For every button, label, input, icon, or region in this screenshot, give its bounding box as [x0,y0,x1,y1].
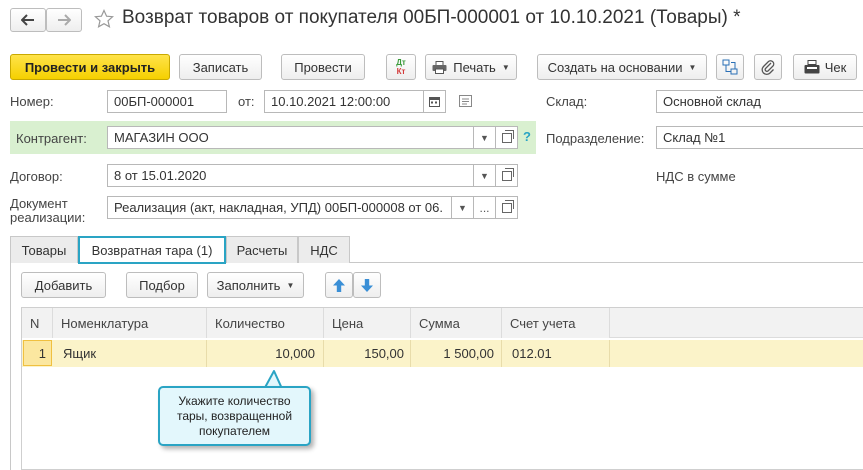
print-label: Печать [453,59,496,75]
vat-mode-text[interactable]: НДС в сумме [656,169,736,184]
account-cell[interactable]: 012.01 [502,340,610,367]
receipt-button[interactable]: Чек [793,54,857,80]
ellipsis-icon: ... [479,200,490,215]
date-field[interactable]: 10.10.2021 12:00:00 [264,90,424,113]
dtkt-button[interactable]: Дт Кт [386,54,416,80]
move-down-button[interactable] [353,272,381,298]
comment-icon[interactable] [459,95,472,107]
calendar-button[interactable] [424,90,446,113]
sale-document-dropdown-button[interactable]: ▼ [452,196,474,219]
contract-label: Договор: [10,169,63,184]
counterparty-label: Контрагент: [16,131,87,146]
column-header-quantity[interactable]: Количество [207,308,324,338]
counterparty-field[interactable]: МАГАЗИН ООО [107,126,474,149]
add-button[interactable]: Добавить [21,272,106,298]
back-button[interactable] [10,8,46,32]
warehouse-label: Склад: [546,94,588,109]
subdivision-field[interactable]: Склад №1 [656,126,863,149]
column-header-item[interactable]: Номенклатура [53,308,207,338]
counterparty-open-button[interactable] [496,126,518,149]
contract-open-button[interactable] [496,164,518,187]
quantity-cell[interactable]: 10,000 [207,340,324,367]
date-label: от: [238,94,255,109]
open-form-icon [501,167,514,181]
select-button[interactable]: Подбор [126,272,198,298]
callout-text-line1: Укажите количество [178,393,291,408]
page-title: Возврат товаров от покупателя 00БП-00000… [122,7,741,28]
subdivision-label: Подразделение: [546,131,645,146]
printer-icon [432,60,447,74]
row-number-cell[interactable]: 1 [23,340,52,366]
chevron-down-icon: ▼ [501,62,510,72]
fill-button[interactable]: Заполнить ▼ [207,272,304,298]
contract-dropdown-button[interactable]: ▼ [474,164,496,187]
print-button[interactable]: Печать ▼ [425,54,517,80]
tab-settlements[interactable]: Расчеты [226,236,298,263]
arrow-down-icon [361,278,373,292]
save-button[interactable]: Записать [179,54,262,80]
sale-document-field[interactable]: Реализация (акт, накладная, УПД) 00БП-00… [107,196,452,219]
chevron-down-icon: ▼ [480,132,489,143]
chevron-down-icon: ▼ [480,170,489,181]
fill-label: Заполнить [216,277,281,293]
callout-text-line3: покупателем [198,423,271,438]
cash-register-icon [804,60,820,74]
callout-text-line2: тары, возвращенной [176,408,293,423]
create-based-on-button[interactable]: Создать на основании ▼ [537,54,707,80]
arrow-up-icon [333,278,345,292]
dtkt-icon: Дт Кт [396,58,406,76]
receipt-label: Чек [824,59,847,75]
column-header-sum[interactable]: Сумма [411,308,502,338]
sale-document-select-button[interactable]: ... [474,196,496,219]
price-cell[interactable]: 150,00 [324,340,411,367]
chevron-down-icon: ▼ [688,62,697,72]
paperclip-icon [761,60,775,75]
chevron-down-icon: ▼ [458,202,467,213]
warehouse-field[interactable]: Основной склад [656,90,863,113]
sale-document-label-line2: реализации: [10,210,86,225]
help-icon[interactable]: ? [523,129,531,144]
post-button[interactable]: Провести [281,54,365,80]
sale-document-label-line1: Документ [10,196,68,211]
tab-vat[interactable]: НДС [298,236,350,263]
move-up-button[interactable] [325,272,353,298]
document-structure-icon [722,59,738,75]
number-label: Номер: [10,94,54,109]
contract-field[interactable]: 8 от 15.01.2020 [107,164,474,187]
sum-cell[interactable]: 1 500,00 [411,340,502,367]
sale-document-open-button[interactable] [496,196,518,219]
item-cell[interactable]: Ящик [53,340,207,367]
callout-tooltip: Укажите количество тары, возвращенной по… [158,386,311,446]
counterparty-dropdown-button[interactable]: ▼ [474,126,496,149]
attach-button[interactable] [754,54,782,80]
open-form-icon [501,129,514,143]
star-icon[interactable] [94,9,114,29]
arrow-left-icon [21,14,34,26]
open-form-icon [501,199,514,213]
forward-button[interactable] [46,8,82,32]
column-header-account[interactable]: Счет учета [502,308,610,338]
column-header-n[interactable]: N [22,308,53,338]
tab-returnable-packaging[interactable]: Возвратная тара (1) [78,236,226,264]
arrow-right-icon [58,14,71,26]
number-field[interactable]: 00БП-000001 [107,90,227,113]
column-header-price[interactable]: Цена [324,308,411,338]
post-and-close-button[interactable]: Провести и закрыть [10,54,170,80]
structure-button[interactable] [716,54,744,80]
chevron-down-icon: ▼ [286,280,295,290]
create-based-on-label: Создать на основании [547,59,683,75]
calendar-icon [429,97,440,107]
tab-goods[interactable]: Товары [10,236,78,263]
